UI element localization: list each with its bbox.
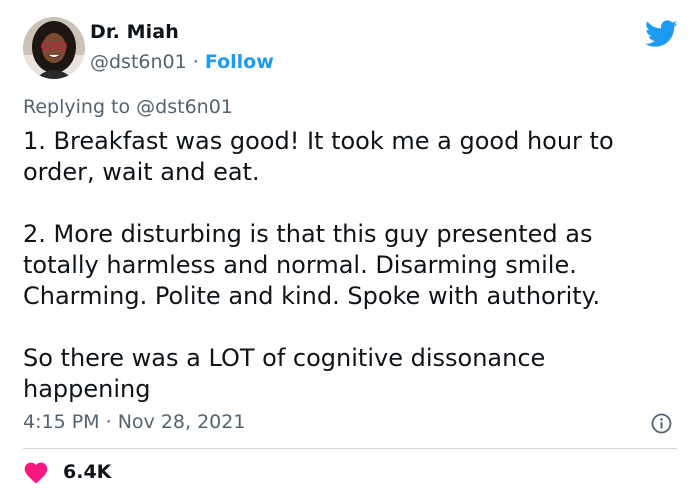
info-icon[interactable] bbox=[651, 413, 672, 434]
tweet-timestamp[interactable]: 4:15 PM · Nov 28, 2021 bbox=[23, 411, 245, 433]
twitter-bird-icon[interactable] bbox=[645, 20, 678, 48]
tweet-date: Nov 28, 2021 bbox=[117, 411, 246, 433]
follow-button[interactable]: Follow bbox=[205, 51, 274, 73]
tweet-paragraph: 1. Breakfast was good! It took me a good… bbox=[23, 127, 614, 186]
replying-to: Replying to @dst6n01 bbox=[23, 96, 233, 118]
like-count: 6.4K bbox=[63, 461, 112, 483]
heart-icon bbox=[24, 462, 48, 484]
like-button[interactable]: 6.4K bbox=[23, 459, 111, 485]
author-handle[interactable]: @dst6n01 bbox=[90, 51, 187, 73]
tweet-paragraph: So there was a LOT of cognitive dissonan… bbox=[23, 344, 546, 403]
tweet-text: 1. Breakfast was good! It took me a good… bbox=[23, 126, 673, 405]
tweet-card: Dr. Miah @dst6n01 · Follow Replying to @… bbox=[0, 0, 700, 502]
timestamp-separator: · bbox=[105, 411, 112, 433]
avatar[interactable] bbox=[23, 17, 85, 79]
tweet-paragraph: 2. More disturbing is that this guy pres… bbox=[23, 220, 601, 310]
tweet-time: 4:15 PM bbox=[23, 411, 100, 433]
reply-mention-link[interactable]: @dst6n01 bbox=[136, 96, 233, 118]
replying-prefix: Replying to bbox=[23, 96, 131, 118]
divider bbox=[23, 448, 677, 449]
author-handle-row: @dst6n01 · Follow bbox=[90, 51, 274, 73]
author-name[interactable]: Dr. Miah bbox=[90, 21, 179, 43]
handle-separator: · bbox=[192, 51, 199, 73]
